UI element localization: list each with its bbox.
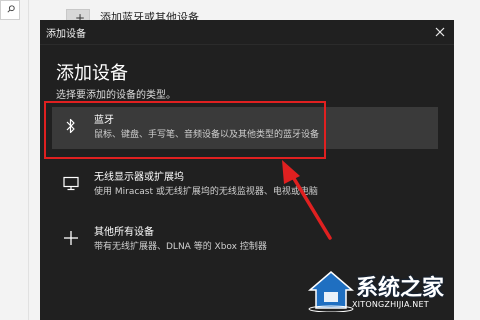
option-title: 无线显示器或扩展坞 [94,172,184,183]
option-description: 使用 Miracast 或无线扩展坞的无线监视器、电视或电脑 [94,187,318,197]
watermark-text: 系统之家 [356,276,445,301]
close-button[interactable] [426,20,454,44]
dialog-titlebar: 添加设备 [40,20,454,45]
house-logo-icon [307,271,355,312]
window-title: 添加设备 [46,29,86,40]
option-description: 带有无线扩展器、DLNA 等的 Xbox 控制器 [94,242,267,252]
option-wireless-display[interactable]: 无线显示器或扩展坞 使用 Miracast 或无线扩展坞的无线监视器、电视或电脑 [52,164,438,206]
plus-icon [64,231,78,245]
search-icon [7,5,15,13]
highlight-box [44,101,326,159]
background-divider [28,0,29,320]
watermark: 系统之家 XITONGZHIJIA.NET [306,264,474,318]
option-title: 其他所有设备 [94,227,154,238]
background-search-box[interactable] [0,0,20,20]
option-everything-else[interactable]: 其他所有设备 带有无线扩展器、DLNA 等的 Xbox 控制器 [52,219,438,261]
dialog-heading: 添加设备 [56,63,128,84]
dialog-subheading: 选择要添加的设备的类型。 [56,90,176,101]
close-icon [435,27,445,37]
monitor-icon [63,176,79,191]
watermark-url: XITONGZHIJIA.NET [352,300,429,309]
